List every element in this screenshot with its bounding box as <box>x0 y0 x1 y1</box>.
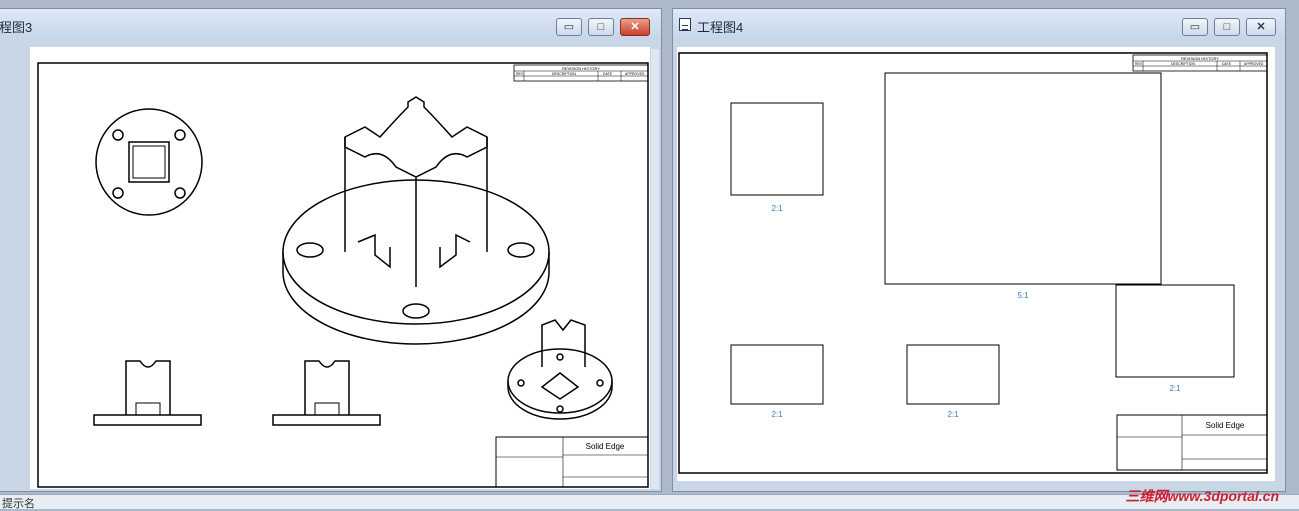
svg-text:DATE: DATE <box>603 72 613 76</box>
sheet-border <box>678 52 1268 474</box>
window-titlebar[interactable]: 程图3 ▭ □ ✕ <box>0 9 661 39</box>
svg-text:DESCRIPTION: DESCRIPTION <box>1171 62 1195 66</box>
revision-table: REVISION HISTORY REV DESCRIPTION DATE AP… <box>1132 54 1268 72</box>
view-scale-4: 2:1 <box>771 410 783 419</box>
drawing-window-3[interactable]: 程图3 ▭ □ ✕ REVISION HISTORY REV DESCRIPTI… <box>0 8 662 492</box>
view-scale-3: 2:1 <box>1169 384 1181 393</box>
view-frame-1[interactable] <box>730 102 824 196</box>
drawing-window-4[interactable]: 工程图4 ▭ □ ✕ REVISION HISTORY REV DESCRIPT… <box>672 8 1286 492</box>
svg-text:APPROVED: APPROVED <box>1244 62 1264 66</box>
svg-text:REV: REV <box>1135 62 1143 66</box>
window-titlebar[interactable]: 工程图4 ▭ □ ✕ <box>673 9 1285 39</box>
front-view-2 <box>272 360 381 426</box>
solid-edge-brand: Solid Edge <box>586 442 625 451</box>
maximize-button[interactable]: □ <box>1214 18 1240 36</box>
view-scale-5: 2:1 <box>947 410 959 419</box>
maximize-button[interactable]: □ <box>588 18 614 36</box>
iso-view-bottom <box>507 319 613 420</box>
close-button[interactable]: ✕ <box>1246 18 1276 36</box>
drawing-sheet[interactable]: REVISION HISTORY REV DESCRIPTION DATE AP… <box>677 47 1275 481</box>
sheet-border <box>37 62 649 488</box>
window-title: 工程图4 <box>697 20 744 35</box>
drawing-sheet[interactable]: REVISION HISTORY REV DESCRIPTION DATE AP… <box>30 47 650 489</box>
close-button[interactable]: ✕ <box>620 18 650 36</box>
minimize-button[interactable]: ▭ <box>1182 18 1208 36</box>
drawing-canvas: REVISION HISTORY REV DESCRIPTION DATE AP… <box>678 52 1268 474</box>
document-icon <box>679 18 691 31</box>
title-block: Solid Edge <box>1116 414 1268 471</box>
svg-text:DESCRIPTION: DESCRIPTION <box>552 72 576 76</box>
view-frame-2[interactable] <box>884 72 1162 285</box>
front-view-1 <box>93 360 202 426</box>
window-title: 程图3 <box>0 20 33 35</box>
view-frame-4[interactable] <box>730 344 824 405</box>
top-view <box>95 108 203 216</box>
revision-history-label: REVISION HISTORY <box>562 66 600 71</box>
svg-text:APPROVED: APPROVED <box>625 72 645 76</box>
view-frame-3[interactable] <box>1115 284 1235 378</box>
status-bar: 提示名 <box>0 494 1299 510</box>
status-text: 提示名 <box>2 498 35 510</box>
svg-text:DATE: DATE <box>1222 62 1232 66</box>
view-scale-2: 5:1 <box>1017 291 1029 300</box>
view-scale-1: 2:1 <box>771 204 783 213</box>
isometric-view <box>282 96 550 345</box>
minimize-button[interactable]: ▭ <box>556 18 582 36</box>
revision-history-label: REVISION HISTORY <box>1181 56 1219 61</box>
svg-text:REV: REV <box>516 72 524 76</box>
watermark: 三维网www.3dportal.cn <box>1125 488 1280 504</box>
drawing-canvas: REVISION HISTORY REV DESCRIPTION DATE AP… <box>37 62 649 488</box>
title-block: Solid Edge <box>495 436 649 488</box>
solid-edge-brand: Solid Edge <box>1206 421 1245 430</box>
vertical-scrollbar[interactable] <box>651 49 659 489</box>
view-frame-5[interactable] <box>906 344 1000 405</box>
revision-table: REVISION HISTORY REV DESCRIPTION DATE AP… <box>513 64 649 82</box>
